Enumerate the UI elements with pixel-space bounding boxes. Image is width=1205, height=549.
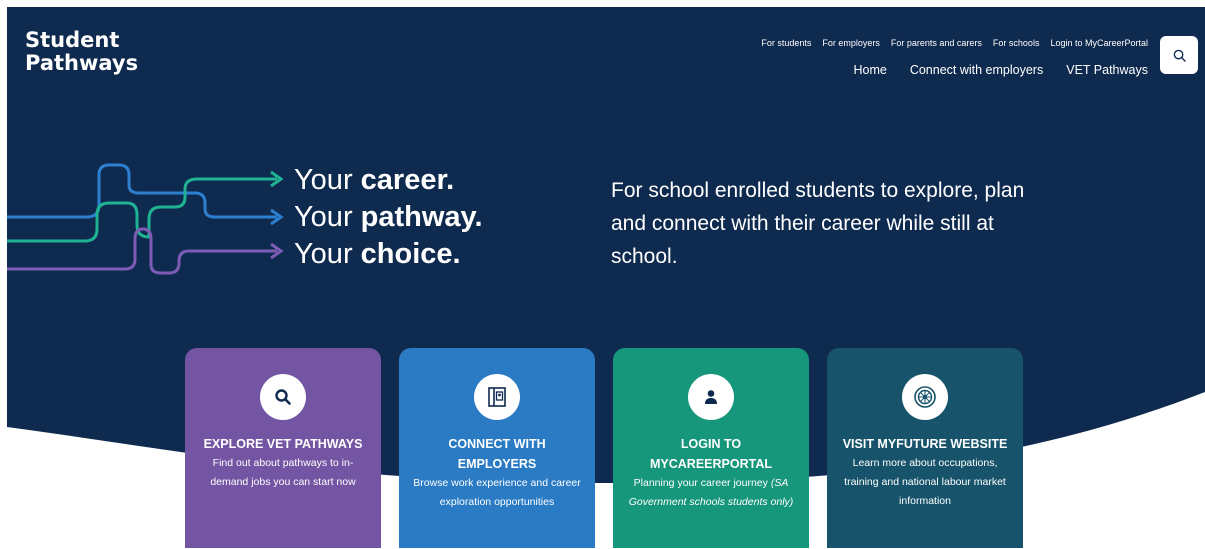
tagline-lead: Your	[294, 201, 361, 233]
card-login-mycareerportal[interactable]: LOGIN TO MYCAREERPORTAL Planning your ca…	[613, 348, 809, 548]
feature-cards: EXPLORE VET PATHWAYS Find out about path…	[185, 348, 1023, 548]
tagline-career: Your career.	[294, 162, 483, 199]
card-title: LOGIN TO MYCAREERPORTAL	[650, 437, 772, 471]
card-title: VISIT MYFUTURE WEBSITE	[842, 437, 1008, 451]
search-icon	[1173, 49, 1186, 62]
tagline-choice: Your choice.	[294, 236, 483, 273]
card-desc-text: Find out about pathways to in-demand job…	[210, 457, 356, 488]
link-for-employers[interactable]: For employers	[822, 38, 880, 48]
card-description: Learn more about occupations, training a…	[827, 454, 1023, 511]
card-description: Planning your career journey (SA Governm…	[613, 474, 809, 512]
tagline-strong: pathway.	[360, 201, 483, 233]
site-logo[interactable]: Student Pathways	[25, 29, 138, 75]
link-for-students[interactable]: For students	[761, 38, 811, 48]
logo-line-1: Student	[25, 28, 120, 52]
card-visit-myfuture[interactable]: VISIT MYFUTURE WEBSITE Learn more about …	[827, 348, 1023, 548]
card-desc-text: Browse work experience and career explor…	[413, 477, 581, 508]
portfolio-icon	[474, 374, 520, 420]
tagline-strong: choice.	[360, 238, 461, 270]
user-icon	[688, 374, 734, 420]
nav-vet-pathways[interactable]: VET Pathways	[1066, 63, 1148, 77]
card-description: Browse work experience and career explor…	[399, 474, 595, 512]
logo-line-2: Pathways	[25, 51, 139, 75]
tagline-pathway: Your pathway.	[294, 199, 483, 236]
card-title: CONNECT WITH EMPLOYERS	[448, 437, 546, 471]
link-for-schools[interactable]: For schools	[993, 38, 1040, 48]
utility-nav: For students For employers For parents a…	[761, 38, 1148, 48]
nav-home[interactable]: Home	[853, 63, 886, 77]
card-connect-with-employers[interactable]: CONNECT WITH EMPLOYERS Browse work exper…	[399, 348, 595, 548]
card-description: Find out about pathways to in-demand job…	[185, 454, 381, 492]
link-login-mycareerportal[interactable]: Login to MyCareerPortal	[1050, 38, 1148, 48]
main-nav: Home Connect with employers VET Pathways	[853, 63, 1148, 77]
myfuture-logo-icon	[902, 374, 948, 420]
tagline-block: Your career. Your pathway. Your choice.	[294, 162, 483, 273]
tagline-lead: Your	[294, 164, 361, 196]
search-button[interactable]	[1160, 36, 1198, 74]
link-for-parents[interactable]: For parents and carers	[891, 38, 982, 48]
card-desc-text: Planning your career journey	[633, 477, 771, 489]
search-icon	[260, 374, 306, 420]
pathway-lines-graphic	[7, 163, 284, 275]
card-explore-vet-pathways[interactable]: EXPLORE VET PATHWAYS Find out about path…	[185, 348, 381, 548]
nav-connect-employers[interactable]: Connect with employers	[910, 63, 1043, 77]
tagline-lead: Your	[294, 238, 361, 270]
intro-text: For school enrolled students to explore,…	[611, 179, 1025, 268]
card-desc-text: Learn more about occupations, training a…	[844, 457, 1006, 507]
card-title: EXPLORE VET PATHWAYS	[203, 437, 363, 451]
tagline-strong: career.	[360, 164, 455, 196]
